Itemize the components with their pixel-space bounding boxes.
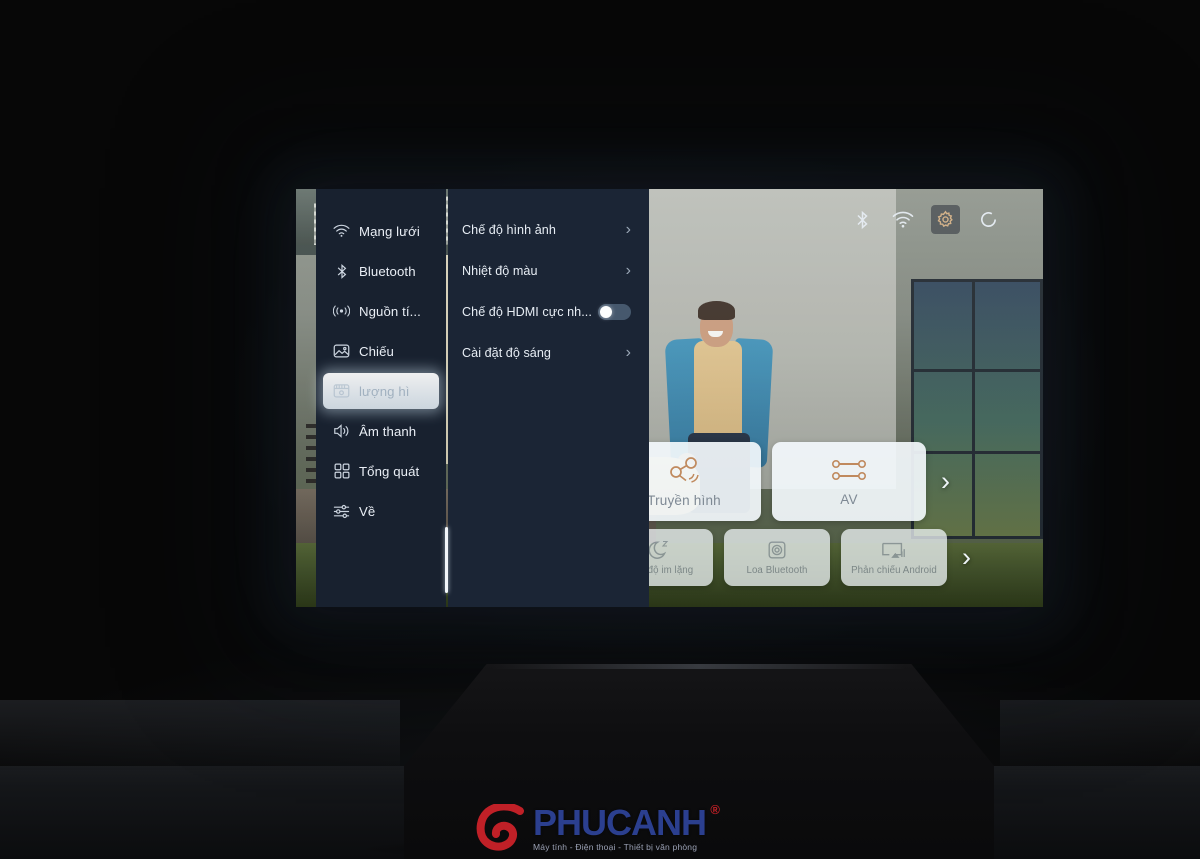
watermark-text: PHUCANH ® Máy tính - Điện thoại - Thiết … (533, 801, 720, 852)
panel-item-cai-dat-do-sang[interactable]: Cài đặt độ sáng › (448, 335, 649, 371)
sidebar-item-tong-quat[interactable]: Tổng quát (323, 453, 439, 489)
card-label: Phản chiếu Android (851, 564, 937, 576)
registered-mark: ® (710, 801, 720, 817)
sidebar-item-label: Về (359, 503, 376, 519)
sidebar-item-chat-luong-hinh-anh[interactable]: lượng hì (323, 373, 439, 409)
sidebar-item-mang-luoi[interactable]: Mạng lưới (323, 213, 439, 249)
panel-item-label: Chế độ hình ảnh (462, 223, 556, 237)
gear-icon[interactable] (931, 205, 960, 234)
settings-sidebar: Mạng lưới Bluetooth Nguồn tí... Chiếu lư… (316, 189, 446, 607)
bluetooth-icon[interactable] (851, 208, 874, 231)
card-av[interactable]: AV (772, 442, 926, 521)
sidebar-item-ve[interactable]: Về (323, 493, 439, 529)
phucanh-logo-icon (476, 802, 528, 852)
image-icon (333, 343, 350, 360)
sidebar-item-label: Nguồn tí... (359, 303, 421, 319)
wifi-icon[interactable] (891, 208, 914, 231)
bluetooth-speaker-icon (766, 539, 788, 561)
card-label: AV (840, 492, 858, 507)
grid-icon (333, 463, 350, 480)
status-bar (851, 205, 1000, 234)
av-connector-icon (829, 456, 869, 484)
panel-scrollbar[interactable] (445, 527, 448, 593)
sidebar-item-label: Mạng lưới (359, 223, 420, 239)
toggle-knob (600, 306, 612, 318)
panel-item-label: Cài đặt độ sáng (462, 346, 551, 360)
card-phan-chieu-android[interactable]: Phản chiếu Android (841, 529, 947, 586)
projected-screen: Truyền hình AV › Chế độ im lặng Loa Blue… (296, 189, 1043, 607)
watermark-brand: PHUCANH ® (533, 801, 720, 843)
wall-right (1000, 700, 1200, 770)
sidebar-item-chieu[interactable]: Chiếu (323, 333, 439, 369)
panel-item-label: Chế độ HDMI cực nh... (462, 305, 592, 319)
settings-detail-panel: Chế độ hình ảnh › Nhiệt độ màu › Chế độ … (448, 189, 649, 607)
sidebar-item-am-thanh[interactable]: Âm thanh (323, 413, 439, 449)
watermark-tagline: Máy tính - Điện thoại - Thiết bị văn phò… (533, 841, 698, 852)
chevron-right-icon: › (625, 262, 631, 279)
sidebar-item-label: Tổng quát (359, 463, 420, 479)
hdmi-toggle-switch[interactable] (598, 304, 631, 320)
circle-icon[interactable] (977, 208, 1000, 231)
broadcast-icon (333, 303, 350, 320)
panel-item-che-do-hinh-anh[interactable]: Chế độ hình ảnh › (448, 212, 649, 248)
sidebar-item-label: Bluetooth (359, 263, 416, 279)
antenna-icon (664, 455, 704, 485)
sidebar-item-label: Âm thanh (359, 423, 417, 439)
sidebar-item-label: Chiếu (359, 343, 394, 359)
card-loa-bluetooth[interactable]: Loa Bluetooth (724, 529, 830, 586)
sidebar-item-label: lượng hì (359, 383, 410, 399)
projector-top-highlight (492, 664, 906, 669)
brand-suffix: ANH (631, 801, 707, 843)
brand-prefix: PHUC (533, 801, 632, 843)
screen-cast-icon (881, 540, 907, 561)
chevron-right-icon-row2[interactable]: › (962, 544, 971, 571)
panel-item-che-do-hdmi[interactable]: Chế độ HDMI cực nh... (448, 294, 649, 330)
speaker-icon (333, 423, 350, 440)
wall-left (0, 700, 400, 770)
chevron-right-icon-row1[interactable]: › (941, 468, 950, 495)
card-label: Loa Bluetooth (746, 565, 808, 576)
watermark-phucanh: PHUCANH ® Máy tính - Điện thoại - Thiết … (476, 802, 720, 854)
moon-sleep-icon (648, 539, 672, 561)
chevron-right-icon: › (625, 344, 631, 361)
card-label: Truyền hình (647, 493, 721, 508)
sliders-icon (333, 503, 350, 520)
chevron-right-icon: › (625, 221, 631, 238)
sidebar-item-nguon-tin-hieu[interactable]: Nguồn tí... (323, 293, 439, 329)
panel-item-label: Nhiệt độ màu (462, 264, 538, 278)
video-icon (333, 383, 350, 400)
screenshot-root: Truyền hình AV › Chế độ im lặng Loa Blue… (0, 0, 1200, 859)
bluetooth-icon (333, 263, 350, 280)
sidebar-item-bluetooth[interactable]: Bluetooth (323, 253, 439, 289)
wifi-icon (333, 223, 350, 240)
panel-item-nhiet-do-mau[interactable]: Nhiệt độ màu › (448, 253, 649, 289)
